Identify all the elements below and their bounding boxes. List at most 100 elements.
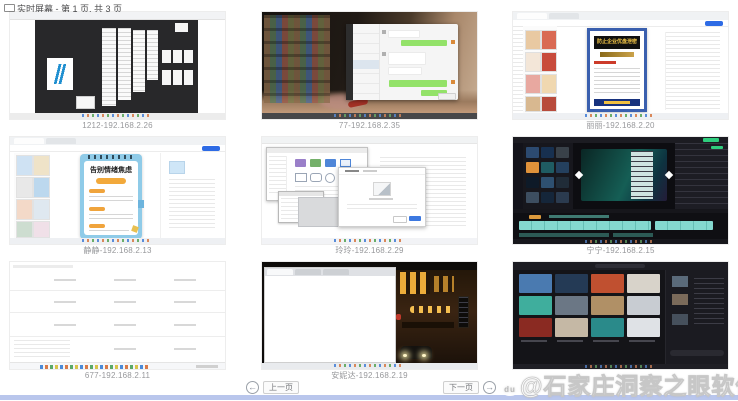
input-pill	[670, 350, 724, 356]
message-bubble-left	[388, 30, 420, 38]
message-bubble-green	[401, 40, 447, 46]
artboard	[118, 28, 131, 100]
template-thumb	[541, 74, 557, 94]
section-tag	[89, 189, 105, 193]
browser-tab	[517, 13, 547, 19]
clock-text	[196, 365, 218, 368]
watermark-text: @石家庄洞察之眼软件	[520, 373, 738, 399]
cell-text	[114, 324, 136, 326]
next-page-arrow-icon[interactable]: →	[483, 381, 496, 394]
feed-card	[519, 274, 552, 293]
clip-track-main	[519, 221, 651, 230]
shape-blue-outline	[340, 159, 351, 167]
taskbar-icons	[82, 239, 152, 242]
dialog-tree	[269, 156, 287, 196]
message-bubble-left	[388, 52, 426, 65]
template-thumb	[525, 52, 541, 72]
screen-thumbnail-1[interactable]	[10, 12, 225, 119]
screen-label: 宁宁-192.168.2.15	[513, 246, 728, 256]
browser-tab	[46, 138, 76, 144]
window-chrome	[265, 268, 395, 276]
browser-chrome	[10, 137, 225, 145]
cell-text	[174, 324, 196, 326]
screen-label: 丽丽-192.168.2.20	[513, 121, 728, 131]
search-pill	[595, 264, 645, 268]
taskbar-icons	[82, 114, 152, 117]
spiral-binding	[88, 155, 134, 159]
lit-windows	[400, 272, 430, 294]
poster-body-text	[594, 68, 640, 94]
screen-thumbnail-2[interactable]	[262, 12, 477, 119]
screen-thumbnail-7[interactable]	[10, 262, 225, 369]
timeline	[513, 209, 728, 239]
screen-thumbnail-4[interactable]: 告别情绪焦虑	[10, 137, 225, 244]
insert-dialog	[338, 167, 426, 227]
dialog-text	[347, 204, 417, 212]
prev-page-arrow-icon[interactable]: ←	[246, 381, 259, 394]
screen-label: 玲玲-192.168.2.29	[262, 246, 477, 256]
browser-chrome	[513, 12, 728, 20]
template-thumb	[33, 177, 50, 198]
next-page-button[interactable]: 下一页	[443, 381, 479, 394]
wechat-selected-chat	[353, 60, 379, 69]
screen-thumbnail-6[interactable]	[513, 137, 728, 244]
feed-card	[555, 318, 588, 337]
screen-thumbnail-3[interactable]: 防止企业优盘泄密	[513, 12, 728, 119]
avatar	[451, 40, 455, 44]
browser-chrome	[10, 12, 225, 20]
cell-text	[174, 279, 196, 281]
side-panel-dark	[665, 270, 728, 364]
screen-label: 安妮达-192.168.2.19	[262, 371, 477, 381]
screen-thumbnail-8[interactable]	[262, 262, 477, 369]
cell-text	[54, 279, 76, 281]
tab-dash	[345, 170, 359, 172]
browser-tab	[323, 269, 349, 275]
taskbar-icons	[334, 364, 404, 367]
taskbar	[10, 113, 225, 119]
feed-card	[591, 296, 624, 315]
headlight	[422, 354, 426, 357]
send-button	[438, 93, 456, 100]
media-grid	[526, 147, 572, 205]
editor-toolbar	[10, 145, 225, 152]
feed-card	[591, 318, 624, 337]
screen-label: 1212-192.168.2.26	[10, 121, 225, 131]
page-toolbar-line	[13, 265, 73, 268]
red-lantern	[396, 314, 401, 320]
clip-audio	[519, 233, 609, 237]
poster-red-line	[594, 61, 616, 64]
taskbar-icons	[585, 114, 655, 117]
watermark: du@石家庄洞察之眼软件	[502, 367, 738, 401]
taskbar	[10, 362, 225, 369]
section-tag	[89, 207, 105, 211]
preview-area	[573, 143, 675, 209]
paw-logo-icon: du	[502, 383, 518, 396]
template-thumb	[16, 199, 33, 220]
image-placeholder	[373, 182, 391, 196]
template-thumb	[33, 199, 50, 220]
screen-thumbnail-9[interactable]	[513, 262, 728, 369]
taskbar-icons	[585, 240, 655, 243]
taskbar	[513, 113, 728, 119]
section-text	[89, 196, 133, 204]
screen-thumbnail-5[interactable]	[262, 137, 477, 244]
card-cluster	[162, 50, 195, 63]
prev-page-button[interactable]: 上一页	[263, 381, 299, 394]
card-cluster	[162, 70, 195, 85]
template-thumb	[525, 30, 541, 50]
small-card	[175, 23, 188, 32]
lantern-row	[410, 306, 454, 313]
properties-panel	[665, 32, 720, 110]
shape-purple	[295, 159, 306, 167]
template-thumb	[16, 221, 33, 238]
poster-header: 防止企业优盘泄密	[594, 36, 640, 49]
panel-fields	[169, 179, 215, 229]
feed-card	[627, 274, 660, 293]
template-sidebar	[14, 153, 50, 238]
shape-green	[310, 159, 321, 167]
taskbar	[513, 239, 728, 244]
taskbar-icons	[334, 114, 404, 117]
note-poster: 告别情绪焦虑	[80, 154, 142, 239]
live-screens-window: 实时屏幕 - 第 1 页, 共 3 页 1212-192.168.2.26	[0, 0, 738, 400]
publish-button	[202, 146, 220, 151]
